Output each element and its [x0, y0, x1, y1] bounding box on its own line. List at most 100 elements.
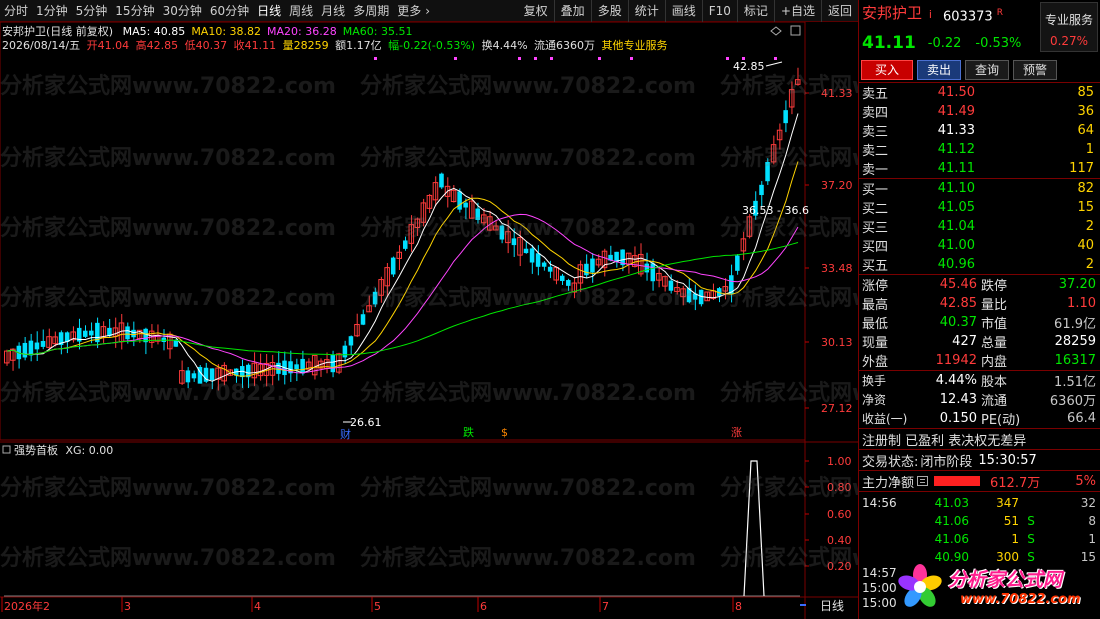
main-net-pct: 5%: [1075, 473, 1096, 489]
candle-body: [372, 291, 378, 305]
bids-row[interactable]: 买二 41.05 15: [859, 198, 1100, 217]
toolbar-action-button[interactable]: 统计: [627, 0, 665, 22]
period-tab[interactable]: 更多: [393, 0, 425, 22]
stat-value: 6360万: [1049, 394, 1096, 409]
period-tab[interactable]: 30分钟: [159, 0, 206, 22]
kline-chart-area[interactable]: 41.33 37.20 33.48 30.13 27.12 1.00 0.80 0.60 0.4…: [0, 22, 858, 619]
candle-body: [22, 342, 28, 358]
candle-body: [529, 248, 535, 263]
stat-key: 市值: [981, 317, 1008, 332]
candle-body: [131, 329, 136, 338]
stat-key: 最高: [862, 298, 889, 313]
toolbar-action-button[interactable]: F10: [701, 0, 737, 22]
time-axis-label: 3: [124, 600, 131, 613]
signal-dot: [550, 57, 553, 60]
marker-cai[interactable]: 财: [340, 427, 351, 441]
buy-button[interactable]: 买入: [861, 60, 913, 80]
signal-dot: [534, 57, 537, 60]
indicator-axis-label: 0.60: [827, 508, 852, 521]
bids-row[interactable]: 买一 41.10 82: [859, 179, 1100, 198]
period-tab[interactable]: 周线: [285, 0, 317, 22]
toolbar-action-button[interactable]: 多股: [590, 0, 628, 22]
price-axis-label: 37.20: [821, 179, 853, 192]
toolbar-action-button[interactable]: 复权: [518, 0, 554, 22]
stats-block-2: 换手 4.44% 股本 1.51亿 净资 12.43 流通 6360万 收益(一) 0.150 PE…: [859, 371, 1100, 428]
pro-service-button[interactable]: 专业服务 0.27%: [1040, 2, 1098, 52]
stat-key: PE(动): [981, 413, 1021, 428]
stat-value: 1.51亿: [1054, 375, 1096, 390]
stat-row: 最低 40.37 市值 61.9亿: [859, 313, 1100, 332]
high-price-label: 42.85: [733, 60, 765, 73]
list-icon[interactable]: [917, 476, 929, 486]
period-tab[interactable]: 1分钟: [32, 0, 72, 22]
period-tab[interactable]: 分时: [0, 0, 32, 22]
stat-key: 跌停: [981, 279, 1008, 294]
toolbar-action-button[interactable]: 返回: [820, 0, 858, 22]
asks-row[interactable]: 卖五 41.50 85: [859, 83, 1100, 102]
main-net-row[interactable]: 主力净额 612.7万 5%: [859, 471, 1100, 491]
bids-row[interactable]: 买三 41.04 2: [859, 217, 1100, 236]
tick-count: 1: [1088, 532, 1096, 546]
stat-row: 净资 12.43 流通 6360万: [859, 390, 1100, 409]
stock-name: 安邦护卫: [862, 4, 923, 22]
bids-row[interactable]: 买四 41.00 40: [859, 236, 1100, 255]
stat-value: 28259: [1054, 334, 1096, 349]
bids-price: 41.10: [937, 181, 975, 196]
bids-label: 买三: [862, 221, 889, 236]
asks-volume: 36: [1077, 104, 1094, 119]
main-net-value: 612.7万: [990, 475, 1041, 491]
pane-toggle-icon[interactable]: [2, 445, 11, 454]
candle-body: [348, 336, 354, 346]
period-tab[interactable]: 多周期: [349, 0, 393, 22]
period-tab[interactable]: 月线: [317, 0, 349, 22]
asks-row[interactable]: 卖三 41.33 64: [859, 121, 1100, 140]
tick-list[interactable]: 14:56 41.03 347 32 41.06 51 S 8 41.06 1 S 1 40.90 300…: [859, 492, 1100, 566]
asks-label: 卖四: [862, 106, 889, 121]
asks-volume: 64: [1077, 123, 1094, 138]
query-button[interactable]: 查询: [965, 60, 1009, 80]
candle-body: [559, 275, 565, 282]
stat-key: 换手: [862, 374, 887, 388]
square-icon[interactable]: [790, 25, 801, 36]
kline-chart-svg[interactable]: 41.33 37.20 33.48 30.13 27.12 1.00 0.80 0.60 0.4…: [0, 22, 858, 619]
more-arrow-icon[interactable]: ›: [425, 0, 434, 22]
toolbar-action-button[interactable]: 标记: [736, 0, 774, 22]
toolbar-action-button[interactable]: 叠加: [553, 0, 591, 22]
marker-die[interactable]: 跌: [463, 425, 474, 439]
candle-body: [143, 328, 148, 343]
bids-volume: 15: [1077, 200, 1094, 215]
asks-volume: 117: [1069, 161, 1094, 176]
sell-button[interactable]: 卖出: [917, 60, 961, 80]
asks-row[interactable]: 卖四 41.49 36: [859, 102, 1100, 121]
signal-dot: [454, 57, 457, 60]
candle-body: [457, 191, 462, 210]
candle-body: [735, 255, 740, 271]
diamond-icon[interactable]: [770, 26, 782, 36]
time-axis-label: 4: [254, 600, 261, 613]
signal-dot: [630, 57, 633, 60]
toolbar-action-button[interactable]: +自选: [773, 0, 821, 22]
period-tab[interactable]: 日线: [253, 0, 285, 22]
alert-button[interactable]: 预警: [1013, 60, 1057, 80]
tick-qty: 347: [996, 496, 1019, 510]
candle-body: [300, 358, 305, 374]
marker-s[interactable]: $: [501, 426, 508, 439]
stock-flag-i: i: [928, 8, 932, 21]
candle-body: [584, 263, 589, 276]
stat-key: 流通: [981, 394, 1008, 409]
period-tab[interactable]: 15分钟: [111, 0, 158, 22]
stat-row: 涨停 45.46 跌停 37.20: [859, 275, 1100, 294]
candle-body: [191, 373, 197, 379]
toolbar-action-button[interactable]: 画线: [664, 0, 702, 22]
marker-zhang[interactable]: 涨: [731, 426, 742, 439]
period-tab[interactable]: 60分钟: [206, 0, 253, 22]
stat-value: 61.9亿: [1054, 317, 1096, 332]
period-label: 日线: [820, 599, 844, 613]
asks-row[interactable]: 卖一 41.11 117: [859, 159, 1100, 178]
asks-row[interactable]: 卖二 41.12 1: [859, 140, 1100, 159]
bids-row[interactable]: 买五 40.96 2: [859, 255, 1100, 274]
stat-value: 4.44%: [935, 373, 977, 388]
period-tab[interactable]: 5分钟: [72, 0, 112, 22]
tick-price: 41.03: [934, 496, 969, 510]
main-pane-border: [0, 22, 806, 441]
